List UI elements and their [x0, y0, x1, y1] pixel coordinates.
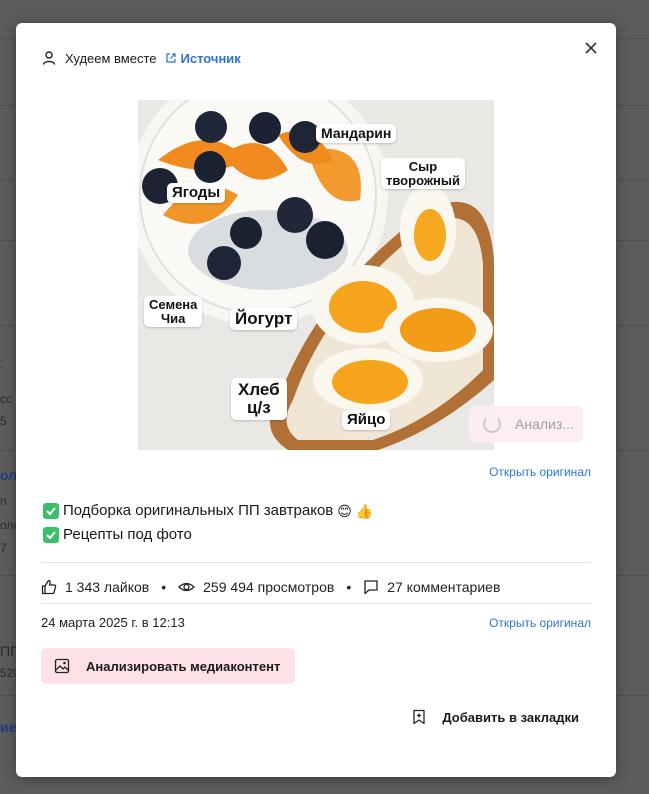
image-analyze-icon: [54, 658, 70, 674]
description-line: Рецепты под фото: [43, 523, 373, 547]
spinner-icon: [483, 415, 501, 433]
description-text: Подборка оригинальных ПП завтраков: [63, 502, 334, 519]
analyzing-indicator: Анализ...: [469, 406, 583, 442]
label-chia-line1: Семена: [149, 297, 198, 312]
divider: [41, 562, 591, 563]
likes-count: 1 343 лайков: [65, 579, 150, 595]
label-chia: Семена Чиа: [144, 296, 203, 328]
open-original-link[interactable]: Открыть оригинал: [489, 616, 591, 630]
breakfast-photo: [138, 100, 494, 450]
separator-dot: •: [161, 579, 167, 595]
description-line: Подборка оригинальных ПП завтраков 😊 👍: [43, 499, 373, 523]
eye-icon: [178, 582, 196, 592]
bookmark-plus-icon: [413, 709, 426, 725]
post-date: 24 марта 2025 г. в 12:13: [41, 615, 185, 630]
label-mandarin: Мандарин: [316, 124, 397, 143]
divider: [41, 603, 591, 604]
author-name[interactable]: Худеем вместе: [65, 51, 157, 66]
label-bread-line1: Хлеб: [238, 380, 280, 399]
source-label: Источник: [180, 50, 241, 66]
post-stats: 1 343 лайков • 259 494 просмотров • 27 к…: [41, 579, 500, 595]
bg-text: сс: [0, 392, 12, 406]
source-link[interactable]: Источник: [165, 51, 241, 66]
likes-stat[interactable]: 1 343 лайков: [41, 579, 149, 595]
label-cheese: Сыр творожный: [381, 158, 466, 190]
post-header: Худеем вместе Источник: [41, 50, 241, 66]
checkmark-icon: [43, 503, 59, 519]
external-link-icon: [165, 53, 176, 63]
label-berries: Ягоды: [167, 183, 226, 203]
views-stat: 259 494 просмотров: [178, 579, 334, 595]
add-bookmark-label: Добавить в закладки: [442, 709, 579, 725]
label-cheese-line2: творожный: [386, 172, 461, 188]
add-bookmark-button[interactable]: Добавить в закладки: [412, 709, 579, 725]
description-text: Рецепты под фото: [63, 526, 192, 543]
checkmark-icon: [43, 527, 59, 543]
emoji-icons: 😊 👍: [337, 503, 374, 519]
close-icon: [585, 42, 597, 54]
thumbs-up-icon: [41, 579, 57, 595]
bg-text: :: [0, 356, 4, 370]
bg-text: 7: [0, 541, 7, 555]
analyze-media-label: Анализировать медиаконтент: [86, 658, 281, 674]
label-chia-line2: Чиа: [161, 310, 186, 326]
views-count: 259 494 просмотров: [203, 579, 335, 595]
label-cheese-line1: Сыр: [408, 159, 438, 174]
open-original-link[interactable]: Открыть оригинал: [489, 465, 591, 479]
post-description: Подборка оригинальных ПП завтраков 😊 👍 Р…: [43, 499, 373, 547]
bg-text: n: [0, 494, 7, 508]
post-image[interactable]: Мандарин Сыр творожный Ягоды Семена Чиа …: [138, 100, 494, 450]
user-icon: [42, 51, 56, 65]
separator-dot: •: [346, 579, 352, 595]
bg-text: 5: [0, 414, 7, 428]
label-egg: Яйцо: [342, 410, 391, 430]
analyze-media-button[interactable]: Анализировать медиаконтент: [41, 648, 295, 684]
comments-stat[interactable]: 27 комментариев: [363, 579, 500, 595]
close-button[interactable]: [580, 37, 602, 59]
analyzing-label: Анализ...: [515, 416, 574, 432]
bg-text: ие: [0, 719, 17, 735]
post-modal: Худеем вместе Источник Мандарин Сыр твор…: [16, 23, 616, 777]
label-bread-line2: ц/з: [247, 397, 271, 417]
comments-count: 27 комментариев: [387, 579, 501, 595]
comment-icon: [364, 580, 378, 595]
label-yogurt: Йогурт: [230, 308, 298, 330]
bg-text: ол: [0, 467, 18, 483]
label-bread: Хлеб ц/з: [231, 378, 287, 420]
